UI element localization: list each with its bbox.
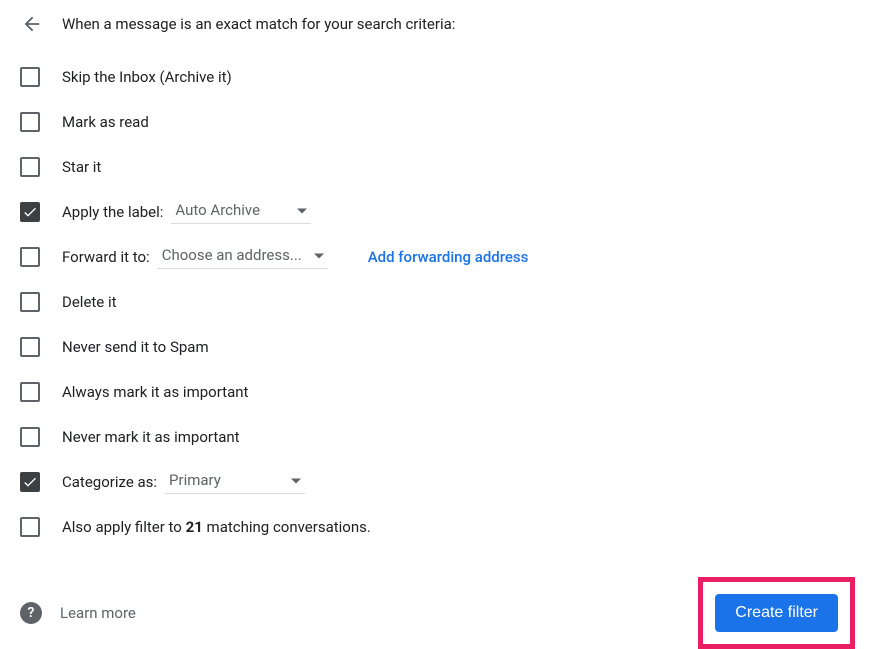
mark-read-label: Mark as read	[62, 113, 149, 131]
also-apply-label: Also apply filter to 21 matching convers…	[62, 518, 371, 536]
never-spam-checkbox[interactable]	[20, 337, 40, 357]
highlight-annotation: Create filter	[698, 577, 855, 649]
categorize-dropdown-value: Primary	[169, 471, 221, 489]
always-important-checkbox[interactable]	[20, 382, 40, 402]
also-apply-checkbox[interactable]	[20, 517, 40, 537]
never-important-checkbox[interactable]	[20, 427, 40, 447]
also-apply-suffix: matching conversations.	[203, 518, 371, 536]
categorize-label: Categorize as:	[62, 473, 157, 491]
star-it-label: Star it	[62, 158, 101, 176]
help-icon[interactable]: ?	[20, 602, 42, 624]
never-spam-label: Never send it to Spam	[62, 338, 209, 356]
learn-more-link[interactable]: Learn more	[60, 604, 136, 622]
always-important-label: Always mark it as important	[62, 383, 248, 401]
apply-label-dropdown[interactable]: Auto Archive	[171, 199, 311, 224]
categorize-checkbox[interactable]	[20, 472, 40, 492]
forward-to-dropdown-value: Choose an address...	[162, 246, 302, 264]
categorize-dropdown[interactable]: Primary	[165, 469, 305, 494]
apply-label-checkbox[interactable]	[20, 202, 40, 222]
create-filter-button[interactable]: Create filter	[715, 594, 838, 632]
delete-it-checkbox[interactable]	[20, 292, 40, 312]
also-apply-prefix: Also apply filter to	[62, 518, 186, 536]
apply-label-label: Apply the label:	[62, 203, 163, 221]
back-arrow-icon[interactable]	[20, 12, 44, 36]
also-apply-count: 21	[186, 518, 203, 536]
mark-read-checkbox[interactable]	[20, 112, 40, 132]
apply-label-dropdown-value: Auto Archive	[175, 201, 260, 219]
forward-to-dropdown[interactable]: Choose an address...	[158, 244, 328, 269]
delete-it-label: Delete it	[62, 293, 117, 311]
chevron-down-icon	[297, 209, 307, 214]
forward-to-label: Forward it to:	[62, 248, 150, 266]
skip-inbox-label: Skip the Inbox (Archive it)	[62, 68, 232, 86]
header-text: When a message is an exact match for you…	[62, 15, 455, 33]
star-it-checkbox[interactable]	[20, 157, 40, 177]
chevron-down-icon	[291, 479, 301, 484]
add-forwarding-link[interactable]: Add forwarding address	[368, 248, 529, 266]
never-important-label: Never mark it as important	[62, 428, 240, 446]
forward-to-checkbox[interactable]	[20, 247, 40, 267]
chevron-down-icon	[314, 254, 324, 259]
skip-inbox-checkbox[interactable]	[20, 67, 40, 87]
